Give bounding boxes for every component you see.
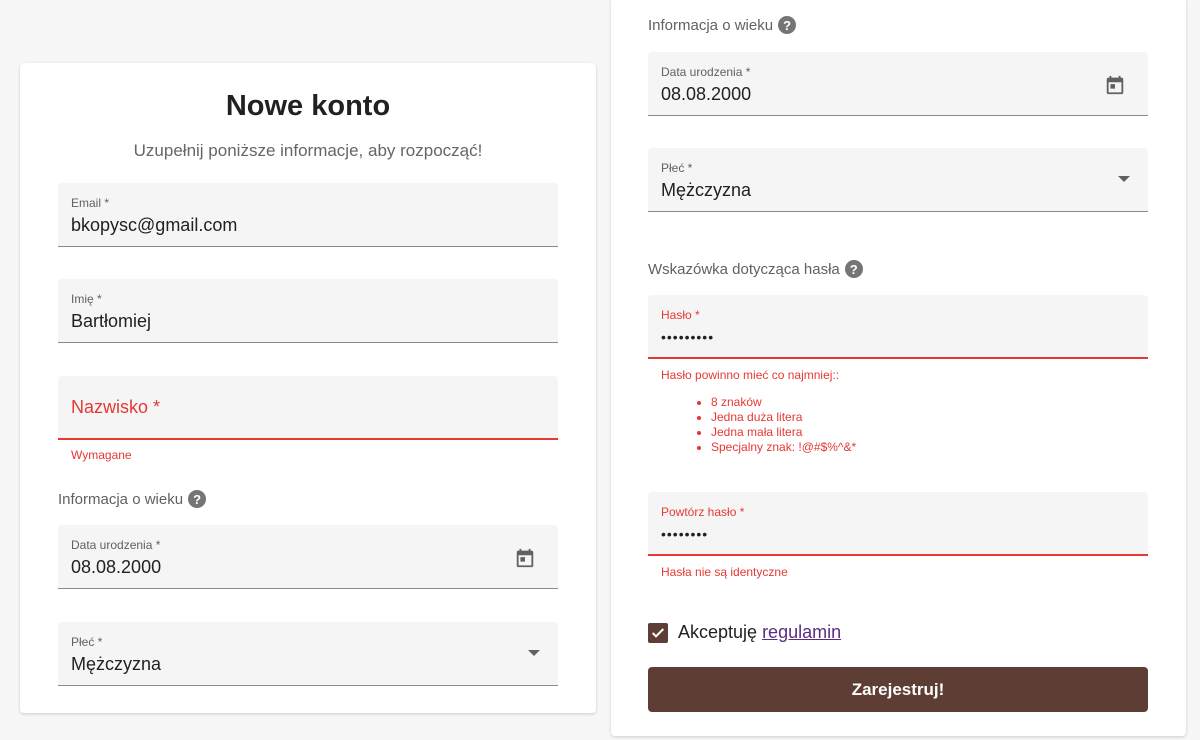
check-icon [651,627,665,638]
requirement-item: 8 znaków [711,395,856,410]
password-hint-label: Wskazówka dotycząca hasła [648,260,840,278]
password-value: ••••••••• [661,329,715,345]
repeat-password-error: Hasła nie są identyczne [661,565,788,579]
calendar-icon[interactable] [514,547,536,569]
last-name-label: Nazwisko * [71,397,161,417]
birth-date-label: Data urodzenia * [71,538,161,552]
age-section-label-right: Informacja o wieku [648,16,774,34]
birth-date-label-right: Data urodzenia * [661,65,751,79]
caret-down-icon [1118,176,1130,182]
birth-date-value-right: 08.08.2000 [661,84,752,104]
terms-link[interactable]: regulamin [762,622,841,643]
register-button[interactable]: Zarejestruj! [648,667,1148,712]
help-icon[interactable]: ? [844,260,863,278]
password-hint-heading: Wskazówka dotycząca hasła ? [648,260,863,278]
age-section-heading-right: Informacja o wieku ? [648,16,797,34]
repeat-password-label: Powtórz hasło * [661,505,745,519]
caret-down-icon [528,650,540,656]
terms-row: Akceptuję regulamin [648,622,841,643]
requirement-item: Specjalny znak: !@#$%^&* [711,440,856,455]
gender-select-right[interactable]: Płeć * Mężczyzna [648,148,1148,212]
page-subtitle: Uzupełnij poniższe informacje, aby rozpo… [133,141,483,160]
gender-label-right: Płeć * [661,161,693,175]
birth-date-field[interactable]: Data urodzenia * 08.08.2000 [58,525,558,589]
age-section-heading: Informacja o wieku ? [58,490,207,508]
accept-text: Akceptuję [678,622,758,642]
email-field[interactable]: Email * bkopysc@gmail.com [58,183,558,247]
repeat-password-value: •••••••• [661,526,709,542]
repeat-password-field[interactable]: Powtórz hasło * •••••••• [648,492,1148,556]
page-title: Nowe konto [225,90,391,122]
registration-card-left: Nowe konto Uzupełnij poniższe informacje… [20,63,596,713]
gender-select[interactable]: Płeć * Mężczyzna [58,622,558,686]
help-icon[interactable]: ? [188,490,207,508]
gender-label: Płeć * [71,635,103,649]
calendar-icon[interactable] [1104,74,1126,96]
gender-value: Mężczyzna [71,654,162,674]
birth-date-field-right[interactable]: Data urodzenia * 08.08.2000 [648,52,1148,116]
password-label: Hasło * [661,308,700,322]
requirement-item: Jedna duża litera [711,410,856,425]
help-icon[interactable]: ? [778,16,797,34]
gender-value-right: Mężczyzna [661,180,752,200]
birth-date-value: 08.08.2000 [71,557,162,577]
password-requirements: 8 znaków Jedna duża litera Jedna mała li… [711,395,856,455]
registration-card-right: Informacja o wieku ? Data urodzenia * 08… [611,0,1186,736]
last-name-field[interactable]: Nazwisko * [58,376,558,440]
email-label: Email * [71,196,110,210]
terms-checkbox[interactable] [648,622,668,643]
first-name-value: Bartłomiej [71,311,152,331]
requirement-item: Jedna mała litera [711,425,856,440]
password-field[interactable]: Hasło * ••••••••• [648,295,1148,359]
password-error: Hasło powinno mieć co najmniej:: [661,368,840,382]
last-name-error: Wymagane [71,448,132,462]
age-section-label: Informacja o wieku [58,490,184,508]
first-name-field[interactable]: Imię * Bartłomiej [58,279,558,343]
first-name-label: Imię * [71,292,102,306]
email-value: bkopysc@gmail.com [71,215,238,235]
